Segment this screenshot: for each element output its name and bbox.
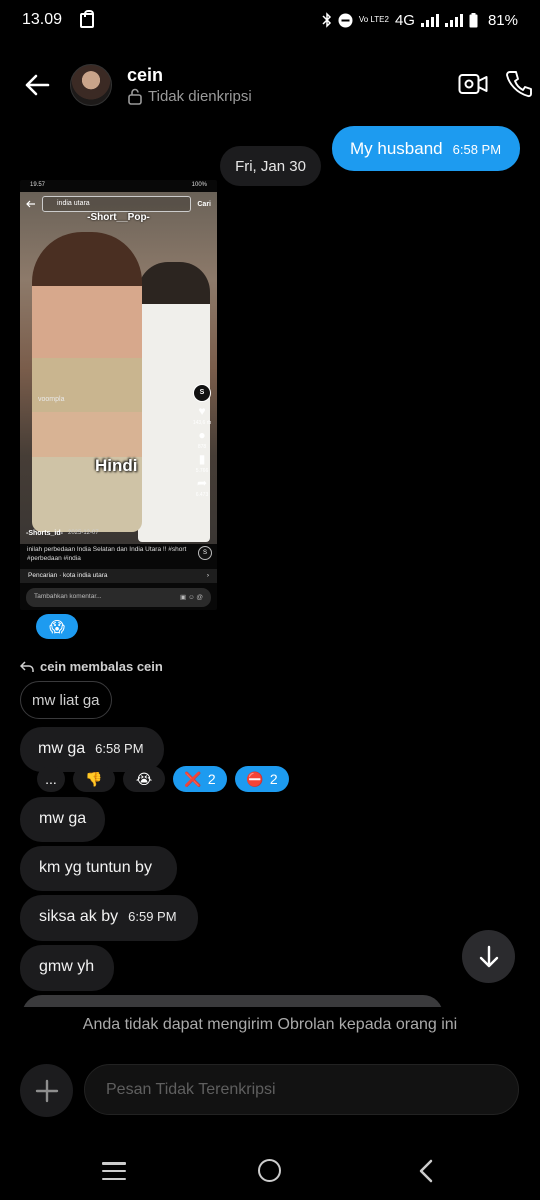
lock-icon xyxy=(128,88,142,105)
contact-name[interactable]: cein xyxy=(127,65,163,86)
image-post-date: 2025-12-07 xyxy=(68,530,99,536)
reaction-row: ... 👎 😭 ❌ 2 ⛔ 2 xyxy=(37,766,289,792)
message-text: km yg tuntun by xyxy=(39,859,152,876)
image-likes: 143,6 rb xyxy=(192,420,212,426)
image-status-battery: 100% xyxy=(191,182,207,188)
image-search-field: india utara xyxy=(42,196,192,212)
image-caption: inilah perbedaan India Selatan dan India… xyxy=(27,546,187,562)
plus-icon xyxy=(35,1079,58,1102)
image-comment-box: Tambahkan komentar... ▣ ☺ @ xyxy=(26,588,211,607)
incoming-message[interactable]: siksa ak by 6:59 PM xyxy=(20,895,198,941)
status-time: 13.09 xyxy=(22,11,63,28)
incoming-message[interactable]: km yg tuntun by xyxy=(20,846,177,891)
crying-reaction[interactable]: 😭 xyxy=(123,766,165,792)
thumbs-down-reaction[interactable]: 👎 xyxy=(73,766,115,792)
phone-icon[interactable] xyxy=(506,70,532,98)
media-reaction[interactable]: 😱 xyxy=(36,614,78,639)
bookmark-icon: ▮ xyxy=(198,452,206,466)
image-related-search: Pencarian · kota india utara › xyxy=(20,569,217,583)
encryption-status: Tidak dienkripsi xyxy=(128,88,252,105)
recents-icon[interactable] xyxy=(102,1162,126,1180)
chevron-right-icon: › xyxy=(206,572,209,579)
more-reactions-button[interactable]: ... xyxy=(37,766,65,792)
shopping-bag-icon xyxy=(80,9,95,28)
video-frame: india utara Cari -Short__Pop- voompla Hi… xyxy=(20,192,217,544)
cross-mark-reaction[interactable]: ❌ 2 xyxy=(173,766,227,792)
no-entry-reaction[interactable]: ⛔ 2 xyxy=(235,766,289,792)
message-time: 6:59 PM xyxy=(128,909,177,924)
message-text: gmw yh xyxy=(39,958,95,975)
battery-icon xyxy=(469,12,478,27)
message-text: mw ga xyxy=(39,810,87,827)
image-back-icon xyxy=(26,200,35,208)
avatar[interactable] xyxy=(70,64,112,106)
image-status-bar: 19.57 100% xyxy=(20,180,217,192)
volte-indicator: Vo LTE2 xyxy=(358,15,389,24)
cannot-send-notice: Anda tidak dapat mengirim Obrolan kepada… xyxy=(82,1016,458,1033)
incoming-message[interactable]: mw ga xyxy=(20,797,105,842)
encryption-label: Tidak dienkripsi xyxy=(148,88,252,105)
image-music-icon: S xyxy=(198,546,212,560)
heart-icon: ♥ xyxy=(198,404,206,418)
image-comment-icons: ▣ ☺ @ xyxy=(180,594,203,601)
quoted-message[interactable]: mw liat ga xyxy=(20,681,112,719)
bluetooth-icon xyxy=(322,12,331,28)
message-input[interactable]: Pesan Tidak Terenkripsi xyxy=(84,1064,519,1115)
scroll-to-bottom-button[interactable] xyxy=(462,930,515,983)
system-back-icon[interactable] xyxy=(416,1159,436,1183)
image-comment-placeholder: Tambahkan komentar... xyxy=(34,593,102,600)
message-text: mw ga xyxy=(38,740,86,757)
arrow-down-icon xyxy=(479,945,498,967)
image-comments: 878 xyxy=(197,444,207,450)
message-time: 6:58 PM xyxy=(95,741,144,756)
image-author: -Shorts_id- xyxy=(26,530,63,537)
comment-icon: ● xyxy=(198,428,206,442)
image-overlay-text: Hindi xyxy=(95,456,138,475)
share-icon: ➦ xyxy=(196,476,208,490)
status-bar: 13.09 Vo LTE2 4G 81% xyxy=(0,0,540,40)
signal-1-icon xyxy=(420,13,439,27)
image-shares: 6.473 xyxy=(195,492,209,498)
person-figure xyxy=(32,232,142,532)
image-status-time: 19.57 xyxy=(30,182,46,188)
reply-icon xyxy=(20,660,34,672)
image-saves: 5.766 xyxy=(195,468,209,474)
signal-2-icon xyxy=(444,13,463,27)
system-navigation-bar xyxy=(0,1146,540,1196)
reply-context: cein membalas cein xyxy=(20,659,163,674)
image-watermark: voompla xyxy=(38,396,65,403)
date-separator: Fri, Jan 30 xyxy=(220,146,321,186)
reply-meta-text: cein membalas cein xyxy=(40,659,163,674)
image-channel-overlay: -Short__Pop- xyxy=(87,212,150,223)
home-icon[interactable] xyxy=(258,1159,281,1182)
shared-image[interactable]: 19.57 100% india utara Cari -Short__Pop-… xyxy=(20,180,217,610)
back-arrow-icon[interactable] xyxy=(22,70,52,100)
add-attachment-button[interactable] xyxy=(20,1064,73,1117)
message-time: 6:58 PM xyxy=(452,142,502,157)
image-search-button: Cari xyxy=(197,200,211,208)
do-not-disturb-icon xyxy=(338,13,353,27)
video-call-icon[interactable] xyxy=(458,71,488,97)
status-icons: Vo LTE2 4G 81% xyxy=(322,12,518,29)
message-text: My husband xyxy=(350,139,443,158)
image-profile-icon: S xyxy=(193,384,211,402)
message-input-placeholder: Pesan Tidak Terenkripsi xyxy=(106,1080,276,1098)
incoming-message[interactable]: gmw yh xyxy=(20,945,114,991)
image-related-label: Pencarian · kota india utara xyxy=(28,572,108,579)
network-type: 4G xyxy=(394,11,415,29)
battery-percent: 81% xyxy=(487,11,518,29)
outgoing-message[interactable]: My husband 6:58 PM xyxy=(332,126,520,171)
message-text: siksa ak by xyxy=(39,908,119,925)
image-action-rail: S ♥ 143,6 rb ● 878 ▮ 5.766 ➦ 6.473 xyxy=(189,384,215,498)
chat-header: cein Tidak dienkripsi xyxy=(0,56,540,118)
